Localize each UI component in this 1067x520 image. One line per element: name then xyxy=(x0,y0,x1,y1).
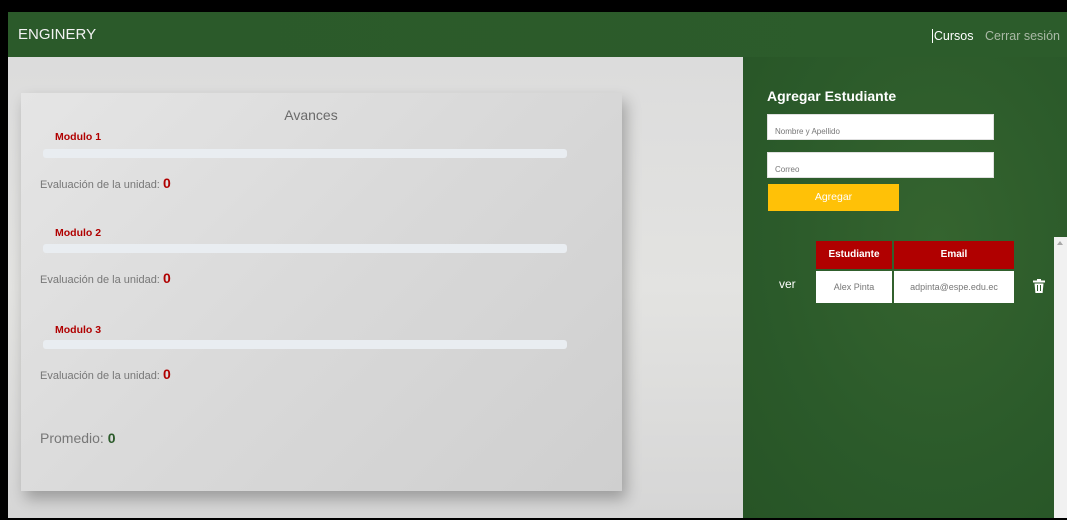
brand-logo[interactable]: ENGINERY xyxy=(18,26,96,43)
module-title: Modulo 2 xyxy=(55,227,102,239)
add-student-button[interactable]: Agregar xyxy=(768,184,899,211)
module-progress-bar xyxy=(43,340,567,349)
unit-evaluation: Evaluación de la unidad: 0 xyxy=(40,366,171,382)
unit-evaluation-label: Evaluación de la unidad: xyxy=(40,370,160,382)
average-label: Promedio: xyxy=(40,430,104,446)
module-progress-bar xyxy=(43,149,567,158)
unit-evaluation: Evaluación de la unidad: 0 xyxy=(40,270,171,286)
module-title: Modulo 3 xyxy=(55,324,102,336)
column-header-email: Email xyxy=(894,241,1014,269)
progress-area: Avances Modulo 1 Evaluación de la unidad… xyxy=(8,57,743,518)
column-header-student: Estudiante xyxy=(816,241,892,269)
student-email-input[interactable] xyxy=(767,152,994,178)
unit-evaluation-score: 0 xyxy=(162,175,171,191)
unit-evaluation: Evaluación de la unidad: 0 xyxy=(40,175,171,191)
trash-icon[interactable] xyxy=(1033,279,1045,293)
add-student-title: Agregar Estudiante xyxy=(767,88,897,104)
arrow-up-icon[interactable] xyxy=(1057,241,1063,245)
unit-evaluation-score: 0 xyxy=(162,270,171,286)
app-frame: ENGINERY Cursos Cerrar sesión Avances Mo… xyxy=(8,12,1067,518)
navbar: ENGINERY Cursos Cerrar sesión xyxy=(8,12,1067,57)
unit-evaluation-label: Evaluación de la unidad: xyxy=(40,274,160,286)
average: Promedio: 0 xyxy=(40,430,116,446)
unit-evaluation-score: 0 xyxy=(162,366,171,382)
view-student-link[interactable]: ver xyxy=(779,277,796,291)
unit-evaluation-label: Evaluación de la unidad: xyxy=(40,179,160,191)
progress-card-title: Avances xyxy=(284,107,338,123)
module-title: Modulo 1 xyxy=(55,131,102,143)
add-student-panel: Agregar Estudiante Agregar Estudiante Em… xyxy=(743,57,1067,518)
nav-link-logout[interactable]: Cerrar sesión xyxy=(985,29,1060,43)
student-name-cell: Alex Pinta xyxy=(816,271,892,303)
module-progress-bar xyxy=(43,244,567,253)
nav-links: Cursos Cerrar sesión xyxy=(924,29,1060,43)
nav-link-courses[interactable]: Cursos xyxy=(931,29,974,43)
progress-card: Avances Modulo 1 Evaluación de la unidad… xyxy=(21,93,622,491)
table-scrollbar[interactable] xyxy=(1054,237,1067,518)
average-value: 0 xyxy=(107,430,116,446)
student-name-input[interactable] xyxy=(767,114,994,140)
student-email-cell: adpinta@espe.edu.ec xyxy=(894,271,1014,303)
